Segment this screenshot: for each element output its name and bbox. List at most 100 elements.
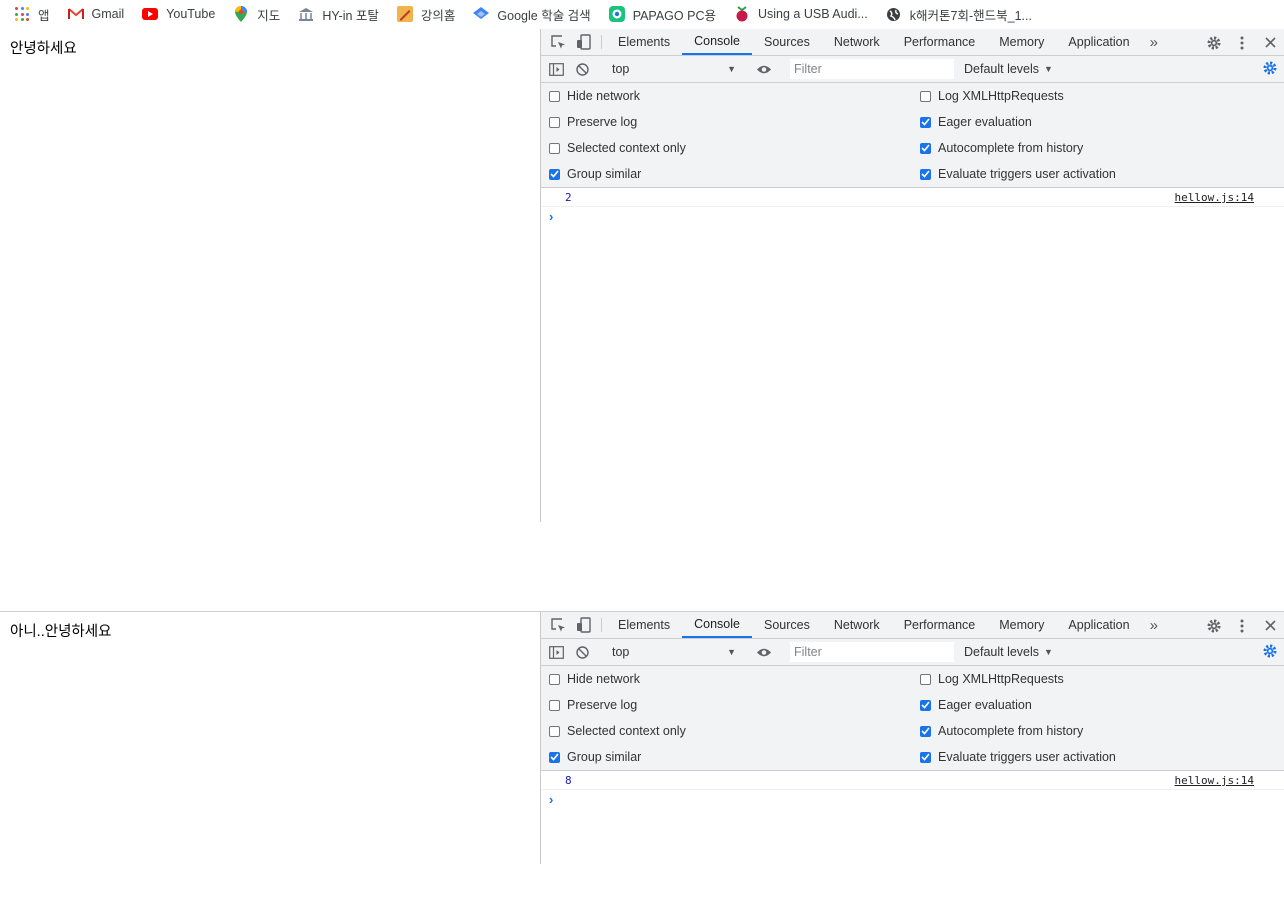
option-hide-network[interactable]: Hide network <box>549 87 640 105</box>
option-label: Preserve log <box>567 115 638 129</box>
tab-sources[interactable]: Sources <box>752 612 822 638</box>
option-log-xmlhttprequests[interactable]: Log XMLHttpRequests <box>920 87 1064 105</box>
bookmark-label: YouTube <box>166 7 216 21</box>
option-label: Selected context only <box>567 141 686 155</box>
checkbox[interactable] <box>920 142 931 154</box>
tab-network[interactable]: Network <box>822 612 892 638</box>
sidebar-toggle-icon[interactable] <box>543 645 569 659</box>
option-evaluate-triggers-user-activation[interactable]: Evaluate triggers user activation <box>920 748 1116 766</box>
checkbox[interactable] <box>549 699 560 711</box>
checkbox[interactable] <box>549 116 560 128</box>
kebab-menu-icon[interactable] <box>1228 612 1256 639</box>
option-group-similar[interactable]: Group similar <box>549 748 641 766</box>
checkbox[interactable] <box>549 90 560 102</box>
clear-console-icon[interactable] <box>569 62 595 76</box>
checkbox[interactable] <box>549 751 560 763</box>
inspect-element-icon[interactable] <box>545 612 571 638</box>
tab-console[interactable]: Console <box>682 29 752 55</box>
checkbox[interactable] <box>920 751 931 763</box>
console-prompt[interactable]: › <box>549 792 553 807</box>
option-preserve-log[interactable]: Preserve log <box>549 696 637 714</box>
checkbox[interactable] <box>549 142 560 154</box>
more-tabs-button[interactable]: » <box>1142 29 1166 55</box>
console-prompt[interactable]: › <box>549 209 553 224</box>
tab-memory[interactable]: Memory <box>987 612 1056 638</box>
bookmark-papago[interactable]: PAPAGO PC용 <box>608 2 716 26</box>
option-label: Evaluate triggers user activation <box>938 750 1116 764</box>
bookmark-maps[interactable]: 지도 <box>233 2 280 26</box>
checkbox[interactable] <box>549 725 560 737</box>
device-toolbar-icon[interactable] <box>571 612 597 638</box>
console-settings-gear-icon[interactable] <box>1262 60 1278 79</box>
option-preserve-log[interactable]: Preserve log <box>549 113 637 131</box>
option-evaluate-triggers-user-activation[interactable]: Evaluate triggers user activation <box>920 165 1116 183</box>
console-settings-gear-icon[interactable] <box>1262 643 1278 662</box>
option-eager-evaluation[interactable]: Eager evaluation <box>920 696 1032 714</box>
option-hide-network[interactable]: Hide network <box>549 670 640 688</box>
tab-network[interactable]: Network <box>822 29 892 55</box>
tab-elements[interactable]: Elements <box>606 612 682 638</box>
kebab-menu-icon[interactable] <box>1228 29 1256 56</box>
checkbox[interactable] <box>920 90 931 102</box>
checkbox[interactable] <box>549 168 560 180</box>
page-greeting-text: 아니..안녕하세요 <box>10 624 112 640</box>
option-selected-context-only[interactable]: Selected context only <box>549 139 686 157</box>
bookmark-gmail[interactable]: Gmail <box>67 2 125 26</box>
filter-input[interactable]: Filter <box>790 59 954 79</box>
tab-application[interactable]: Application <box>1056 612 1141 638</box>
bookmark-lecture-home[interactable]: 강의홈 <box>396 2 455 26</box>
log-levels-dropdown[interactable]: Default levels ▼ <box>964 645 1053 659</box>
dropdown-arrow-icon: ▼ <box>727 64 736 74</box>
option-eager-evaluation[interactable]: Eager evaluation <box>920 113 1032 131</box>
option-autocomplete-from-history[interactable]: Autocomplete from history <box>920 722 1083 740</box>
bookmark-usb-audio[interactable]: Using a USB Audi... <box>734 2 868 26</box>
close-icon[interactable] <box>1256 29 1284 56</box>
close-icon[interactable] <box>1256 612 1284 639</box>
papago-icon <box>608 6 625 22</box>
option-label: Selected context only <box>567 724 686 738</box>
bookmark-youtube[interactable]: YouTube <box>142 2 215 26</box>
context-selector[interactable]: top ▼ <box>604 59 742 79</box>
console-settings-pane: Hide network Preserve log Selected conte… <box>541 83 1284 188</box>
checkbox[interactable] <box>920 673 931 685</box>
checkbox[interactable] <box>920 116 931 128</box>
option-selected-context-only[interactable]: Selected context only <box>549 722 686 740</box>
bookmark-hackathon[interactable]: k해커톤7회-핸드북_1... <box>886 2 1032 26</box>
settings-gear-icon[interactable] <box>1200 612 1228 639</box>
tab-memory[interactable]: Memory <box>987 29 1056 55</box>
bookmark-label: Gmail <box>91 7 125 21</box>
tab-performance[interactable]: Performance <box>892 612 988 638</box>
bookmark-google-scholar[interactable]: Google 학술 검색 <box>473 2 591 26</box>
option-label: Hide network <box>567 672 640 686</box>
checkbox[interactable] <box>920 699 931 711</box>
log-levels-dropdown[interactable]: Default levels ▼ <box>964 62 1053 76</box>
live-expression-eye-icon[interactable] <box>751 647 777 658</box>
tab-sources[interactable]: Sources <box>752 29 822 55</box>
log-source-link[interactable]: hellow.js:14 <box>1175 774 1254 787</box>
tab-performance[interactable]: Performance <box>892 29 988 55</box>
option-log-xmlhttprequests[interactable]: Log XMLHttpRequests <box>920 670 1064 688</box>
tab-application[interactable]: Application <box>1056 29 1141 55</box>
bookmark-hy-in[interactable]: HY-in 포탈 <box>298 2 379 26</box>
checkbox[interactable] <box>920 725 931 737</box>
filter-input[interactable]: Filter <box>790 642 954 662</box>
log-value: 2 <box>565 191 572 204</box>
more-tabs-button[interactable]: » <box>1142 612 1166 638</box>
tab-console[interactable]: Console <box>682 612 752 638</box>
bookmark-apps[interactable]: 앱 <box>14 2 50 26</box>
inspect-element-icon[interactable] <box>545 29 571 55</box>
context-selector[interactable]: top ▼ <box>604 642 742 662</box>
sidebar-toggle-icon[interactable] <box>543 62 569 76</box>
checkbox[interactable] <box>549 673 560 685</box>
option-autocomplete-from-history[interactable]: Autocomplete from history <box>920 139 1083 157</box>
log-source-link[interactable]: hellow.js:14 <box>1175 191 1254 204</box>
settings-gear-icon[interactable] <box>1200 29 1228 56</box>
option-group-similar[interactable]: Group similar <box>549 165 641 183</box>
option-label: Evaluate triggers user activation <box>938 167 1116 181</box>
checkbox[interactable] <box>920 168 931 180</box>
tab-elements[interactable]: Elements <box>606 29 682 55</box>
clear-console-icon[interactable] <box>569 645 595 659</box>
live-expression-eye-icon[interactable] <box>751 64 777 75</box>
console-toolbar: top ▼ Filter Default levels ▼ <box>541 639 1284 666</box>
device-toolbar-icon[interactable] <box>571 29 597 55</box>
